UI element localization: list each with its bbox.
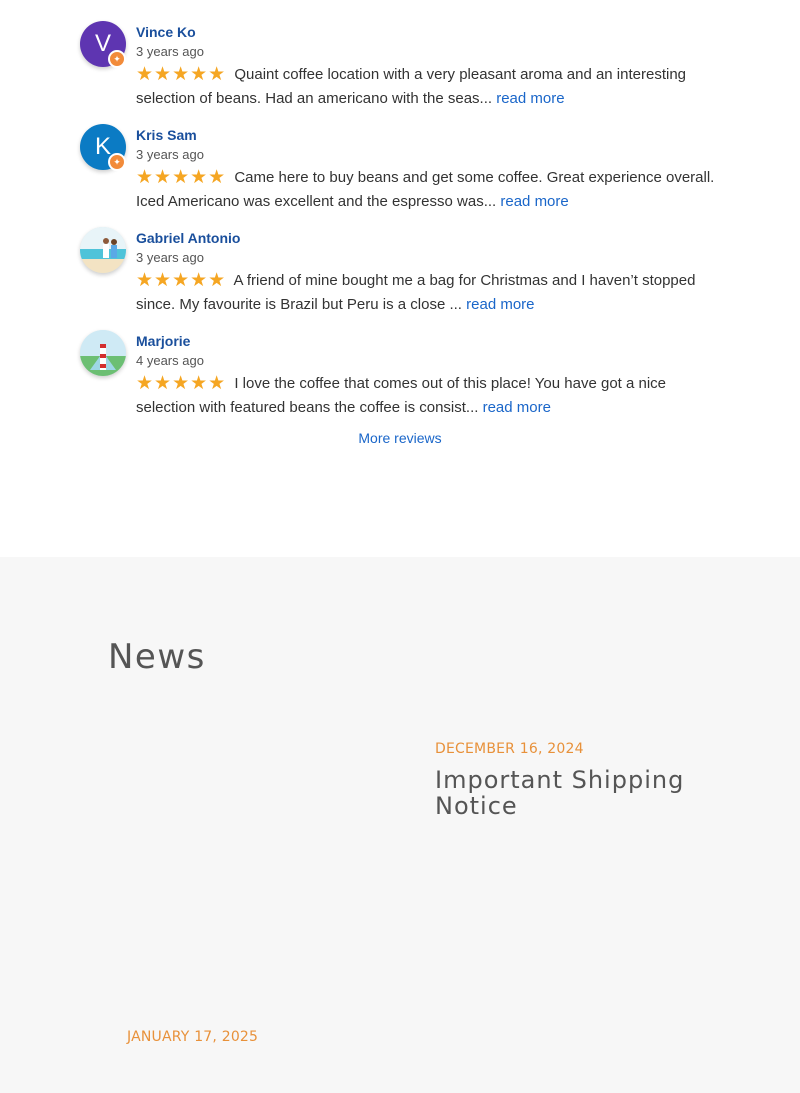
review-text-block: ★★★★★ I love the coffee that comes out o… [136, 372, 716, 420]
news-section: News DECEMBER 16, 2024 Important Shippin… [0, 557, 800, 1093]
star-rating-icon: ★★★★★ [136, 167, 227, 188]
review-item: K ✦ Kris Sam 3 years ago ★★★★★ Came here… [80, 124, 720, 224]
review-item: Gabriel Antonio 3 years ago ★★★★★ A frie… [80, 227, 720, 327]
reviewer-name[interactable]: Kris Sam [136, 127, 197, 143]
reviewer-name[interactable]: Gabriel Antonio [136, 230, 240, 246]
star-rating-icon: ★★★★★ [136, 64, 227, 85]
reviewer-name[interactable]: Vince Ko [136, 24, 196, 40]
read-more-link[interactable]: read more [483, 399, 551, 416]
review-item: V ✦ Vince Ko 3 years ago ★★★★★ Quaint co… [80, 21, 720, 121]
review-date: 3 years ago [136, 44, 204, 59]
news-post-date: JANUARY 17, 2025 [127, 1029, 259, 1045]
avatar[interactable] [80, 330, 126, 376]
avatar[interactable] [80, 227, 126, 273]
read-more-link[interactable]: read more [466, 296, 534, 313]
review-text-block: ★★★★★ Quaint coffee location with a very… [136, 63, 716, 111]
review-item: Marjorie 4 years ago ★★★★★ I love the co… [80, 330, 720, 430]
reviewer-name[interactable]: Marjorie [136, 333, 190, 349]
lighthouse-photo-icon [80, 330, 126, 376]
read-more-link[interactable]: read more [496, 90, 564, 107]
news-post-date: DECEMBER 16, 2024 [435, 741, 584, 757]
read-more-link[interactable]: read more [500, 193, 568, 210]
beach-photo-icon [80, 227, 126, 273]
star-rating-icon: ★★★★★ [136, 373, 227, 394]
review-date: 3 years ago [136, 147, 204, 162]
review-date: 4 years ago [136, 353, 204, 368]
news-post-title[interactable]: Important Shipping Notice [435, 767, 735, 819]
review-text-block: ★★★★★ Came here to buy beans and get som… [136, 166, 716, 214]
news-heading: News [108, 637, 206, 677]
star-rating-icon: ★★★★★ [136, 270, 227, 291]
review-text-block: ★★★★★ A friend of mine bought me a bag f… [136, 269, 716, 317]
local-guide-badge-icon: ✦ [108, 50, 126, 68]
reviews-section: V ✦ Vince Ko 3 years ago ★★★★★ Quaint co… [0, 0, 800, 557]
more-reviews-link[interactable]: More reviews [0, 430, 800, 446]
review-date: 3 years ago [136, 250, 204, 265]
local-guide-badge-icon: ✦ [108, 153, 126, 171]
